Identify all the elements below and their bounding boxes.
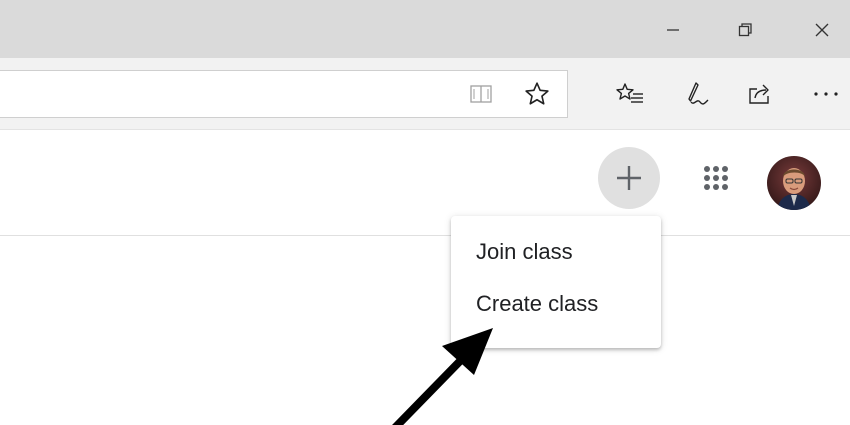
create-join-button[interactable]	[598, 147, 660, 209]
plus-icon	[617, 166, 641, 190]
user-avatar[interactable]	[767, 156, 821, 210]
user-avatar-image	[767, 156, 821, 210]
join-class-menu-item[interactable]: Join class	[451, 226, 661, 278]
add-notes-button[interactable]	[676, 74, 716, 114]
apps-button[interactable]	[696, 158, 736, 198]
close-icon	[815, 23, 829, 37]
more-dots-icon	[814, 92, 838, 96]
add-class-menu: Join class Create class	[451, 216, 661, 348]
share-icon	[749, 84, 769, 104]
app-header	[0, 130, 850, 236]
restore-button[interactable]	[722, 12, 768, 48]
favorite-star-icon	[525, 82, 549, 105]
minimize-icon	[667, 29, 679, 31]
favorites-button[interactable]	[610, 74, 650, 114]
add-notes-pen-icon	[688, 82, 709, 105]
create-class-menu-item[interactable]: Create class	[451, 278, 661, 330]
add-favorite-button[interactable]	[517, 74, 557, 114]
restore-icon	[738, 23, 752, 37]
more-button[interactable]	[806, 74, 846, 114]
close-button[interactable]	[799, 12, 845, 48]
window-title-bar	[0, 0, 850, 58]
apps-grid-icon	[704, 166, 728, 190]
reading-view-button[interactable]	[461, 74, 501, 114]
share-button[interactable]	[740, 74, 780, 114]
reading-view-icon	[470, 85, 492, 103]
minimize-button[interactable]	[650, 12, 696, 48]
favorites-list-icon	[616, 83, 643, 103]
browser-toolbar	[0, 58, 850, 130]
